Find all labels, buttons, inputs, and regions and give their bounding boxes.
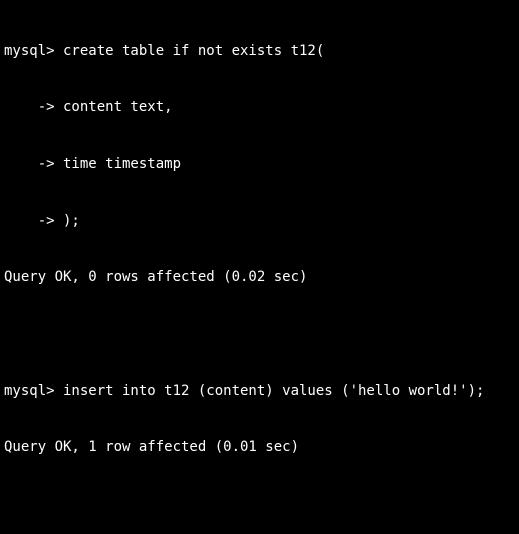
blank-line bbox=[4, 495, 515, 514]
sql-create-line4: -> ); bbox=[4, 212, 515, 231]
sql-insert-line: mysql> insert into t12 (content) values … bbox=[4, 382, 515, 401]
sql-create-line2: -> content text, bbox=[4, 98, 515, 117]
blank-line bbox=[4, 325, 515, 344]
sql-insert-result: Query OK, 1 row affected (0.01 sec) bbox=[4, 438, 515, 457]
sql-create-line3: -> time timestamp bbox=[4, 155, 515, 174]
mysql-terminal[interactable]: mysql> create table if not exists t12( -… bbox=[0, 0, 519, 534]
sql-create-line1: mysql> create table if not exists t12( bbox=[4, 42, 515, 61]
sql-create-result: Query OK, 0 rows affected (0.02 sec) bbox=[4, 268, 515, 287]
